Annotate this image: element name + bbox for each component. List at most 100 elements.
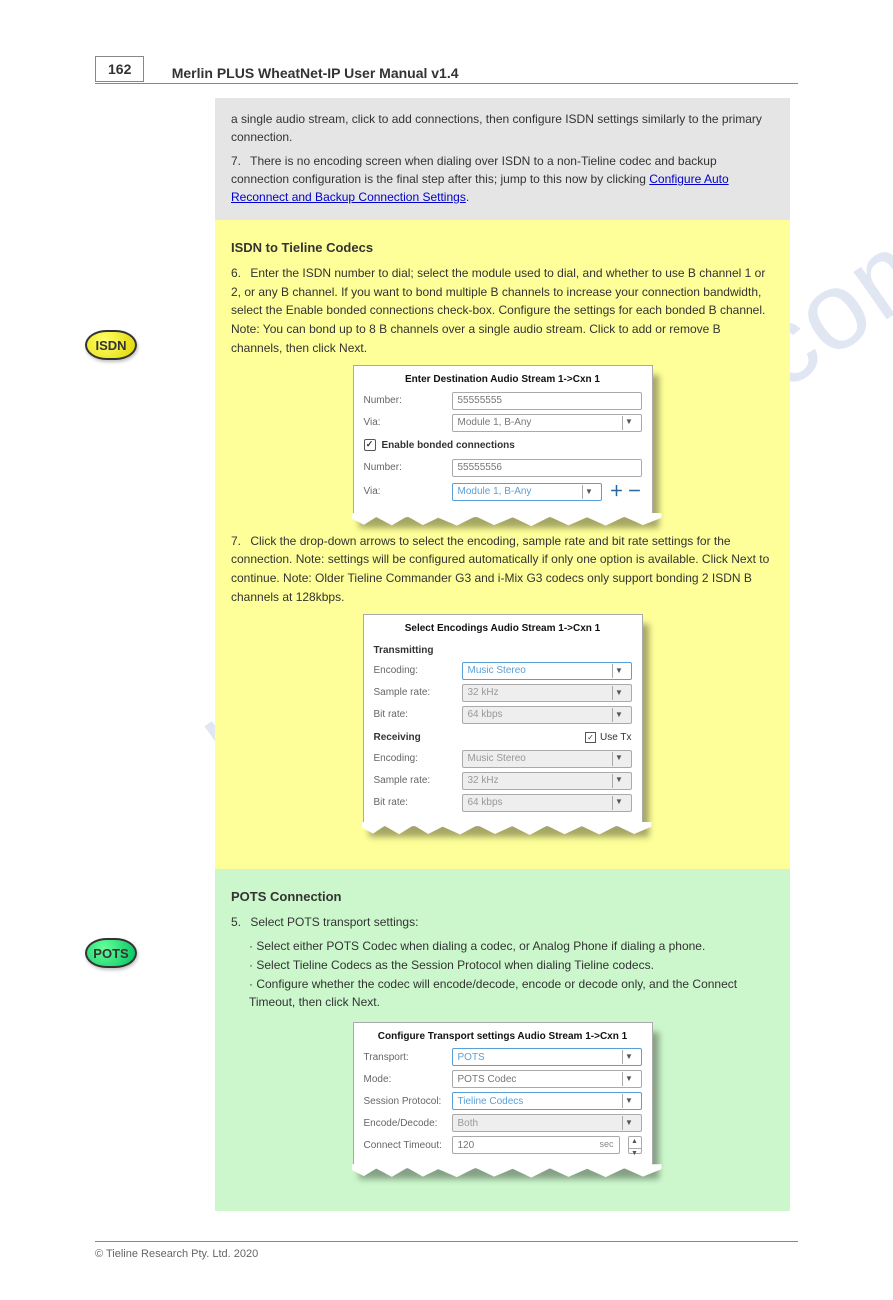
tx-samplerate-select[interactable]: 32 kHz ▼ xyxy=(462,684,632,702)
number-label-2: Number: xyxy=(364,460,444,476)
isdn-step7-num: 7. xyxy=(231,532,247,551)
via-label-2: Via: xyxy=(364,484,444,500)
gray-text-top: a single audio stream, click to add conn… xyxy=(231,110,774,146)
gray-step-num: 7. xyxy=(231,152,247,170)
chevron-down-icon: ▼ xyxy=(612,796,626,810)
tx-samplerate-label: Sample rate: xyxy=(374,685,454,701)
gray-note-block: a single audio stream, click to add conn… xyxy=(215,98,790,220)
footer-copyright: © Tieline Research Pty. Ltd. 2020 xyxy=(95,1248,258,1260)
connect-timeout-value: 120 xyxy=(458,1138,475,1154)
pots-block: POTS Connection 5. Select POTS transport… xyxy=(215,869,790,1212)
connect-timeout-input[interactable]: 120 sec xyxy=(452,1136,620,1154)
content-column: a single audio stream, click to add conn… xyxy=(215,98,790,1211)
isdn-block: ISDN to Tieline Codecs 6. Enter the ISDN… xyxy=(215,220,790,869)
pots-step5-num: 5. xyxy=(231,913,247,932)
chevron-down-icon: ▼ xyxy=(612,752,626,766)
spinner-icon[interactable]: ▲ ▼ xyxy=(628,1136,642,1154)
chevron-down-icon: ▼ xyxy=(612,774,626,788)
tx-bitrate-value: 64 kbps xyxy=(468,707,503,723)
receiving-section: Receiving ✓ Use Tx xyxy=(374,730,632,746)
pots-bullet-1: · Select either POTS Codec when dialing … xyxy=(249,937,774,956)
isdn-encoding-dialog-title: Select Encodings Audio Stream 1->Cxn 1 xyxy=(374,621,632,637)
chevron-down-icon: ▼ xyxy=(612,708,626,722)
chevron-down-icon: ▼ xyxy=(612,664,626,678)
chevron-up-icon: ▲ xyxy=(629,1137,641,1149)
encode-decode-select[interactable]: Both ▼ xyxy=(452,1114,642,1132)
tx-samplerate-value: 32 kHz xyxy=(468,685,499,701)
rx-samplerate-select[interactable]: 32 kHz ▼ xyxy=(462,772,632,790)
rx-bitrate-value: 64 kbps xyxy=(468,795,503,811)
minus-icon[interactable]: － xyxy=(628,481,642,503)
isdn-dest-dialog: Enter Destination Audio Stream 1->Cxn 1 … xyxy=(353,365,653,518)
mode-select[interactable]: POTS Codec ▼ xyxy=(452,1070,642,1088)
chevron-down-icon: ▼ xyxy=(582,485,596,499)
rx-encoding-label: Encoding: xyxy=(374,751,454,767)
transport-value: POTS xyxy=(458,1050,485,1066)
rx-bitrate-select[interactable]: 64 kbps ▼ xyxy=(462,794,632,812)
session-protocol-select[interactable]: Tieline Codecs ▼ xyxy=(452,1092,642,1110)
via-select-2[interactable]: Module 1, B-Any ▼ xyxy=(452,483,602,501)
gray-step-text: There is no encoding screen when dialing… xyxy=(231,154,717,186)
number-label-1: Number: xyxy=(364,393,444,409)
session-protocol-label: Session Protocol: xyxy=(364,1094,444,1110)
use-tx-label: Use Tx xyxy=(600,730,632,746)
encode-decode-value: Both xyxy=(458,1116,479,1132)
checkbox-checked-icon: ✓ xyxy=(364,439,376,451)
mode-value: POTS Codec xyxy=(458,1072,517,1088)
isdn-dest-dialog-title: Enter Destination Audio Stream 1->Cxn 1 xyxy=(364,372,642,388)
transport-select[interactable]: POTS ▼ xyxy=(452,1048,642,1066)
session-protocol-value: Tieline Codecs xyxy=(458,1094,524,1110)
isdn-title: ISDN to Tieline Codecs xyxy=(231,238,774,258)
tx-encoding-value: Music Stereo xyxy=(468,663,526,679)
pots-bullet-3: · Configure whether the codec will encod… xyxy=(249,975,774,1012)
chevron-down-icon: ▼ xyxy=(622,1094,636,1108)
page: manualshive.com 162 Merlin PLUS WheatNet… xyxy=(0,0,893,1300)
chevron-down-icon: ▼ xyxy=(629,1149,641,1160)
number-input-2-value: 55555556 xyxy=(458,460,503,476)
pots-title: POTS Connection xyxy=(231,887,774,907)
pots-transport-dialog-title: Configure Transport settings Audio Strea… xyxy=(364,1029,642,1045)
receiving-label: Receiving xyxy=(374,730,421,746)
enable-bonded-label: Enable bonded connections xyxy=(382,438,515,454)
isdn-badge: ISDN xyxy=(85,330,137,360)
plus-icon[interactable]: ＋ xyxy=(610,481,624,503)
pots-badge: POTS xyxy=(85,938,137,968)
page-number: 162 xyxy=(95,56,144,82)
enable-bonded-row[interactable]: ✓ Enable bonded connections xyxy=(364,438,642,454)
checkbox-checked-icon: ✓ xyxy=(585,732,596,743)
isdn-step6-text: Enter the ISDN number to dial; select th… xyxy=(231,266,765,354)
encode-decode-label: Encode/Decode: xyxy=(364,1116,444,1132)
doc-title: Merlin PLUS WheatNet-IP User Manual v1.4 xyxy=(172,65,459,81)
chevron-down-icon: ▼ xyxy=(622,1072,636,1086)
rx-encoding-select[interactable]: Music Stereo ▼ xyxy=(462,750,632,768)
use-tx-checkbox[interactable]: ✓ Use Tx xyxy=(585,730,632,746)
isdn-step6-num: 6. xyxy=(231,264,247,283)
page-footer: © Tieline Research Pty. Ltd. 2020 xyxy=(95,1241,798,1260)
tx-encoding-label: Encoding: xyxy=(374,663,454,679)
page-header: 162 Merlin PLUS WheatNet-IP User Manual … xyxy=(95,60,798,84)
pots-transport-dialog: Configure Transport settings Audio Strea… xyxy=(353,1022,653,1170)
mode-label: Mode: xyxy=(364,1072,444,1088)
chevron-down-icon: ▼ xyxy=(622,1050,636,1064)
via-label-1: Via: xyxy=(364,415,444,431)
pots-bullet-2: · Select Tieline Codecs as the Session P… xyxy=(249,956,774,975)
via-select-1[interactable]: Module 1, B-Any ▼ xyxy=(452,414,642,432)
number-input-2[interactable]: 55555556 xyxy=(452,459,642,477)
tx-bitrate-label: Bit rate: xyxy=(374,707,454,723)
transmitting-section: Transmitting xyxy=(374,643,632,659)
chevron-down-icon: ▼ xyxy=(622,416,636,430)
via-select-2-value: Module 1, B-Any xyxy=(458,484,532,500)
transport-label: Transport: xyxy=(364,1050,444,1066)
number-input-1[interactable]: 55555555 xyxy=(452,392,642,410)
rx-bitrate-label: Bit rate: xyxy=(374,795,454,811)
pots-step5-text: Select POTS transport settings: xyxy=(250,915,418,929)
rx-samplerate-label: Sample rate: xyxy=(374,773,454,789)
connect-timeout-suffix: sec xyxy=(599,1138,613,1152)
number-input-1-value: 55555555 xyxy=(458,393,503,409)
connect-timeout-label: Connect Timeout: xyxy=(364,1138,444,1154)
isdn-encoding-dialog: Select Encodings Audio Stream 1->Cxn 1 T… xyxy=(363,614,643,827)
isdn-step7-text: Click the drop-down arrows to select the… xyxy=(231,534,769,604)
tx-encoding-select[interactable]: Music Stereo ▼ xyxy=(462,662,632,680)
tx-bitrate-select[interactable]: 64 kbps ▼ xyxy=(462,706,632,724)
chevron-down-icon: ▼ xyxy=(622,1116,636,1130)
